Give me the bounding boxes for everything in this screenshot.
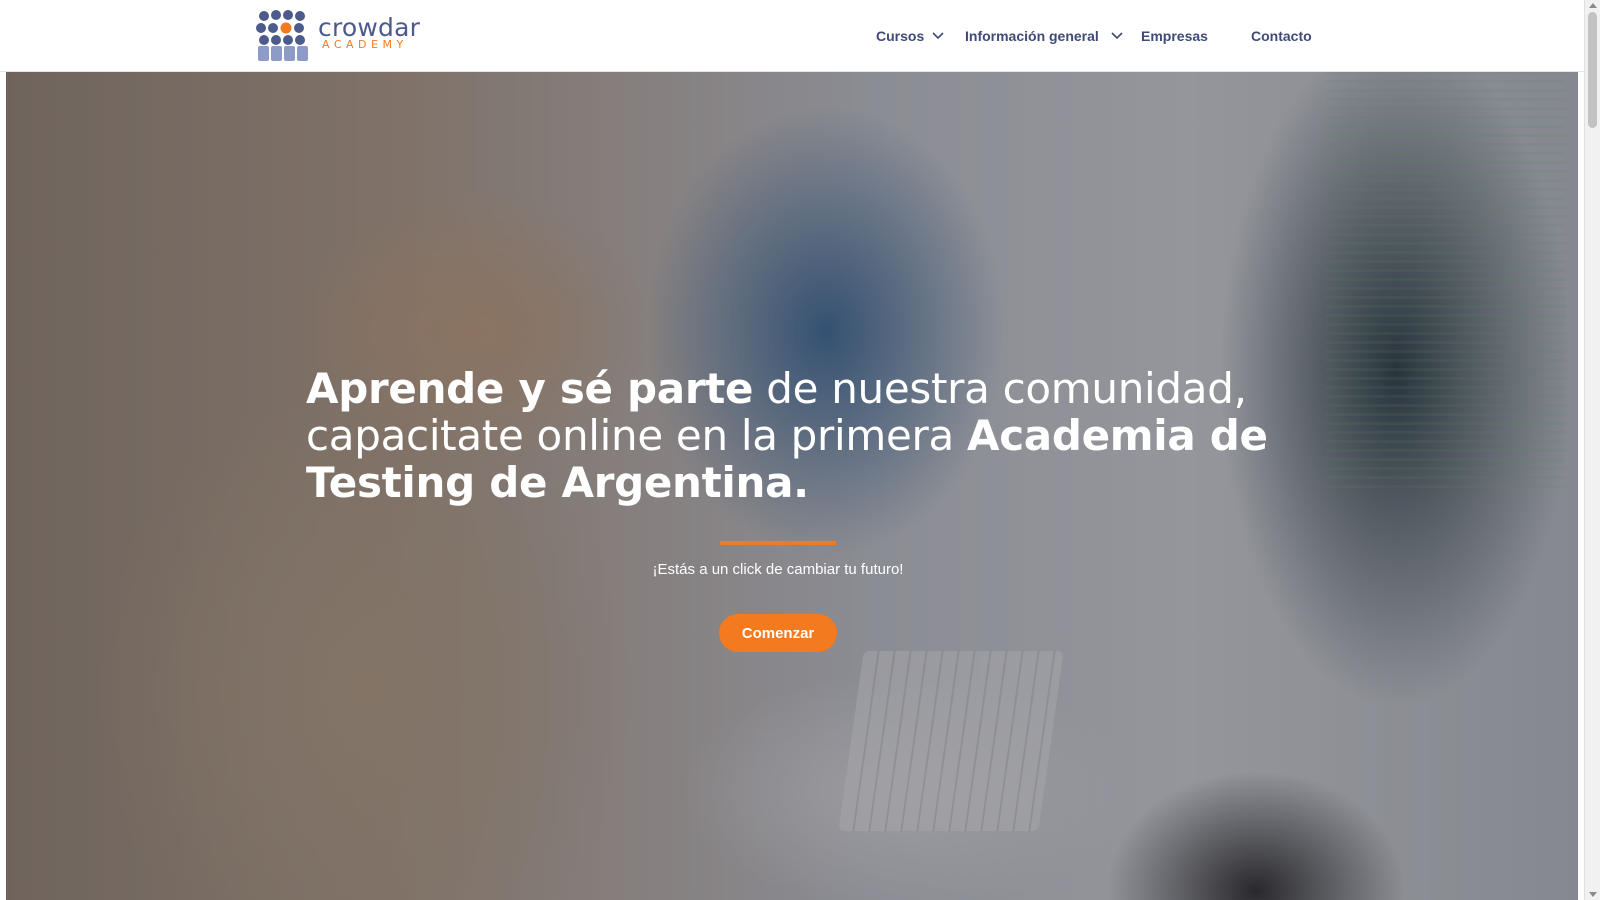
page-scrollbar[interactable] xyxy=(1584,0,1600,900)
nav-item-contacto[interactable]: Contacto xyxy=(1251,24,1312,48)
nav-item-label: Contacto xyxy=(1251,28,1312,44)
hero-headline: Aprende y sé parte de nuestra comunidad,… xyxy=(306,365,1286,506)
accent-divider xyxy=(720,541,836,545)
hero-section: Aprende y sé parte de nuestra comunidad,… xyxy=(6,71,1578,900)
nav-item-label: Cursos xyxy=(876,28,925,44)
scroll-thumb[interactable] xyxy=(1588,12,1597,128)
scroll-up-icon[interactable] xyxy=(1589,3,1597,8)
nav-item-label: Información general xyxy=(965,28,1099,44)
brand-subtitle: ACADEMY xyxy=(322,38,408,51)
headline-bold-1: Aprende y sé parte xyxy=(306,364,754,413)
logo-link[interactable]: crowdar ACADEMY xyxy=(256,10,421,62)
hero-tagline: ¡Estás a un click de cambiar tu futuro! xyxy=(652,561,904,578)
crowd-people-icon xyxy=(256,10,308,61)
site-header: crowdar ACADEMY Cursos Información gener… xyxy=(0,0,1584,72)
scroll-down-icon[interactable] xyxy=(1589,892,1597,897)
nav-item-empresas[interactable]: Empresas xyxy=(1141,24,1208,48)
nav-item-label: Empresas xyxy=(1141,28,1208,44)
chevron-down-icon xyxy=(1111,32,1123,40)
nav-item-cursos[interactable]: Cursos xyxy=(876,24,944,48)
comenzar-button[interactable]: Comenzar xyxy=(719,614,837,652)
chevron-down-icon xyxy=(932,32,944,40)
nav-item-informacion-general[interactable]: Información general xyxy=(965,24,1123,48)
